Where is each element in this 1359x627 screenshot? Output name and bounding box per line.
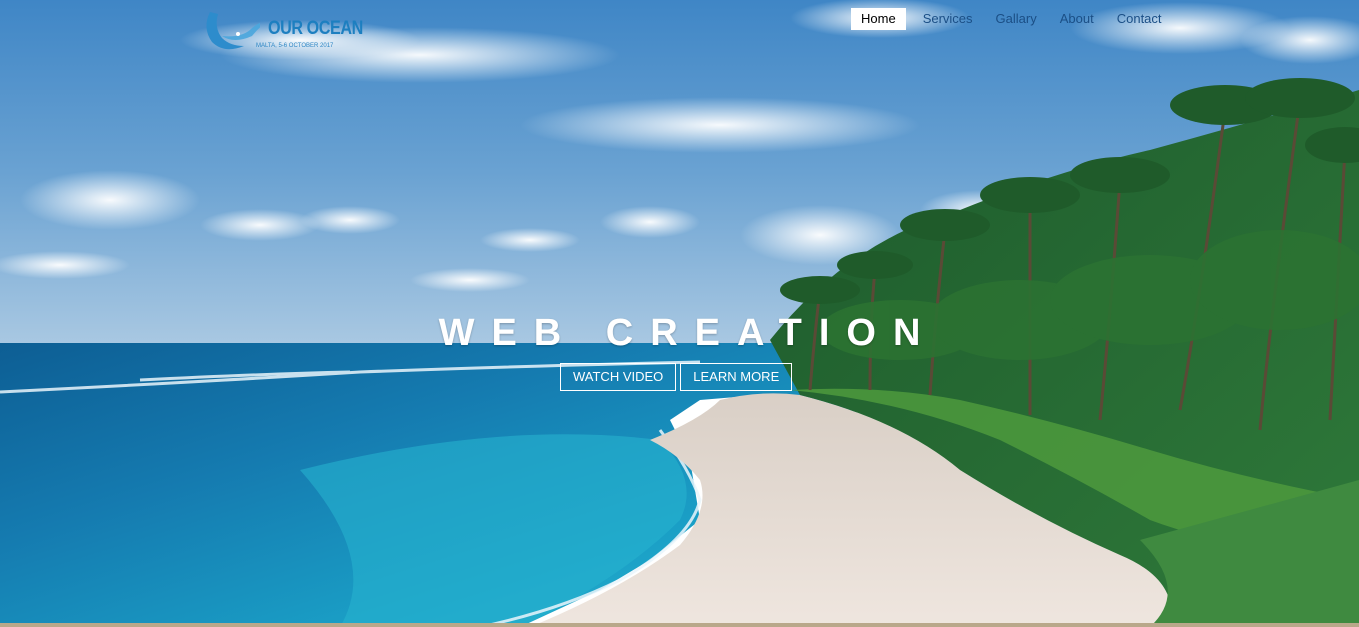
main-nav: Home Services Gallary About Contact — [851, 8, 1177, 30]
logo-subtitle: MALTA, 5-6 OCTOBER 2017 — [256, 43, 334, 49]
nav-item-services[interactable]: Services — [915, 8, 981, 30]
our-ocean-logo[interactable]: OUR OCEAN MALTA, 5-6 OCTOBER 2017 — [200, 6, 363, 56]
nav-item-about[interactable]: About — [1052, 8, 1102, 30]
watch-video-button[interactable]: WATCH VIDEO — [560, 363, 677, 391]
hero-buttons: WATCH VIDEO LEARN MORE — [560, 363, 793, 391]
nav-item-home[interactable]: Home — [851, 8, 906, 30]
logo-title: OUR OCEAN — [268, 18, 363, 39]
nav-item-gallary[interactable]: Gallary — [988, 8, 1045, 30]
nav-item-contact[interactable]: Contact — [1109, 8, 1170, 30]
wave-logo-icon — [206, 12, 260, 50]
hero-headline: WEB CREATION — [438, 312, 938, 354]
hero-section: OUR OCEAN MALTA, 5-6 OCTOBER 2017 Home S… — [0, 0, 1359, 627]
learn-more-button[interactable]: LEARN MORE — [680, 363, 793, 391]
